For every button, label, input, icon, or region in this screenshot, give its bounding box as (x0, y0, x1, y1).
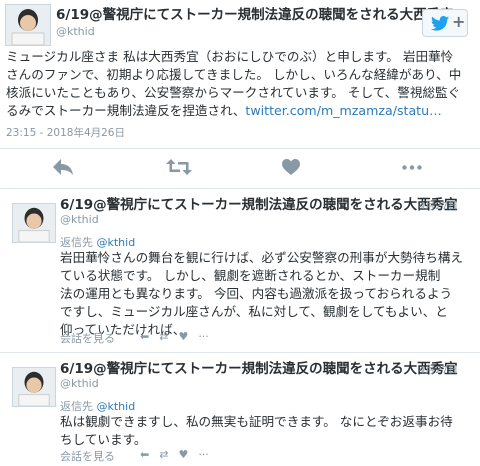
twitter-bird-icon (431, 16, 449, 31)
tweet-link[interactable]: twitter.com/m_mzamza/statu… (245, 103, 441, 118)
view-conversation-link[interactable]: 会話を見る (60, 330, 115, 346)
tweet-line: るみでストーカー規制法違反を捏造され、twitter.com/m_mzamza/… (6, 102, 476, 120)
reply-line: ですし、ミュージカル座さんが、私に対して、観劇をしてもよい、と (60, 304, 448, 319)
reply-to-label: 返信先 @kthid (60, 398, 135, 414)
like-icon[interactable]: ♥ (178, 330, 188, 343)
tweet-date[interactable]: 4月27日 (419, 361, 458, 376)
reply-line: ちしています。 (60, 432, 147, 447)
reply-icon[interactable] (52, 158, 74, 176)
reply-body: 岩田華怜さんの舞台を観に行けば、必ず公安警察の刑事が大勢待ち構え ている状態です… (60, 249, 470, 339)
author-handle[interactable]: @kthid (60, 377, 99, 390)
tweet-line: ミュージカル座さま 私は大西秀宜（おおにしひでのぶ）と申します。 岩田華怜 (6, 49, 454, 64)
reply-mention[interactable]: @kthid (97, 400, 136, 413)
retweet-icon[interactable]: ⇄ (159, 330, 168, 343)
reply-line: 岩田華怜さんの舞台を観に行けば、必ず公安警察の刑事が大勢待ち構え (60, 250, 463, 265)
main-tweet: 6/19@警視庁にてストーカー規制法違反の聴聞をされる大西秀宜 @kthid +… (0, 0, 480, 148)
more-icon[interactable]: ··· (198, 330, 209, 343)
follow-button[interactable]: + (422, 9, 468, 37)
reply-body: 私は観劇できますし、私の無実も証明できます。 なにとぞお返事お待 ちしています。 (60, 413, 470, 449)
author-name[interactable]: 6/19@警視庁にてストーカー規制法違反の聴聞をされる大西秀宜 (60, 193, 458, 213)
avatar[interactable] (12, 367, 56, 407)
plus-icon: + (452, 12, 466, 31)
reply-tweet: 6/19@警視庁にてストーカー規制法違反の聴聞をされる大西秀宜 @kthid 4… (0, 353, 480, 466)
tweet-timestamp[interactable]: 23:15 - 2018年4月26日 (6, 125, 125, 140)
avatar-image (13, 204, 55, 242)
tweet-line: さんのファンで、初期より応援してきました。 しかし、いろんな経緯があり、中 (6, 67, 462, 82)
reply-actions: ⬅ ⇄ ♥ ··· (140, 448, 219, 461)
reply-to-label: 返信先 @kthid (60, 234, 135, 250)
avatar-image (6, 5, 50, 45)
tweet-date[interactable]: 4月27日 (419, 197, 458, 212)
reply-line: ている状態です。 しかし、観劇を遮断されるとか、ストーカー規制 (60, 268, 441, 283)
like-icon[interactable]: ♥ (178, 448, 188, 461)
like-icon[interactable] (282, 159, 300, 176)
retweet-icon[interactable]: ⇄ (159, 448, 168, 461)
reply-actions: ⬅ ⇄ ♥ ··· (140, 330, 219, 343)
reply-tweet: 6/19@警視庁にてストーカー規制法違反の聴聞をされる大西秀宜 @kthid 4… (0, 189, 480, 349)
tweet-body: ミュージカル座さま 私は大西秀宜（おおにしひでのぶ）と申します。 岩田華怜 さん… (6, 48, 476, 120)
avatar-image (13, 368, 55, 406)
reply-line: 法の運用とも異なります。 今回、内容も過激派を扱っておられるよう (60, 286, 453, 301)
reply-line: 仰っていただければ、 (60, 322, 186, 337)
author-handle[interactable]: @kthid (56, 25, 95, 38)
author-name[interactable]: 6/19@警視庁にてストーカー規制法違反の聴聞をされる大西秀宜 (56, 3, 454, 23)
avatar[interactable] (12, 203, 56, 243)
more-icon[interactable] (402, 165, 422, 170)
author-handle[interactable]: @kthid (60, 213, 99, 226)
tweet-line-text: るみでストーカー規制法違反を捏造され、 (6, 103, 246, 118)
reply-line: 私は観劇できますし、私の無実も証明できます。 なにとぞお返事お待 (60, 414, 453, 429)
retweet-icon[interactable] (166, 159, 192, 175)
reply-to-text: 返信先 (60, 400, 93, 413)
action-bar (0, 150, 480, 186)
reply-icon[interactable]: ⬅ (140, 448, 149, 461)
divider (0, 148, 480, 149)
reply-mention[interactable]: @kthid (97, 236, 136, 249)
avatar[interactable] (5, 4, 51, 46)
reply-icon[interactable]: ⬅ (140, 330, 149, 343)
view-conversation-link[interactable]: 会話を見る (60, 448, 115, 464)
more-icon[interactable]: ··· (198, 448, 209, 461)
tweet-line: 核派にいたこともあり、公安警察からマークされています。 そして、警視総監ぐ (6, 85, 461, 100)
reply-to-text: 返信先 (60, 236, 93, 249)
author-name[interactable]: 6/19@警視庁にてストーカー規制法違反の聴聞をされる大西秀宜 (60, 357, 458, 377)
